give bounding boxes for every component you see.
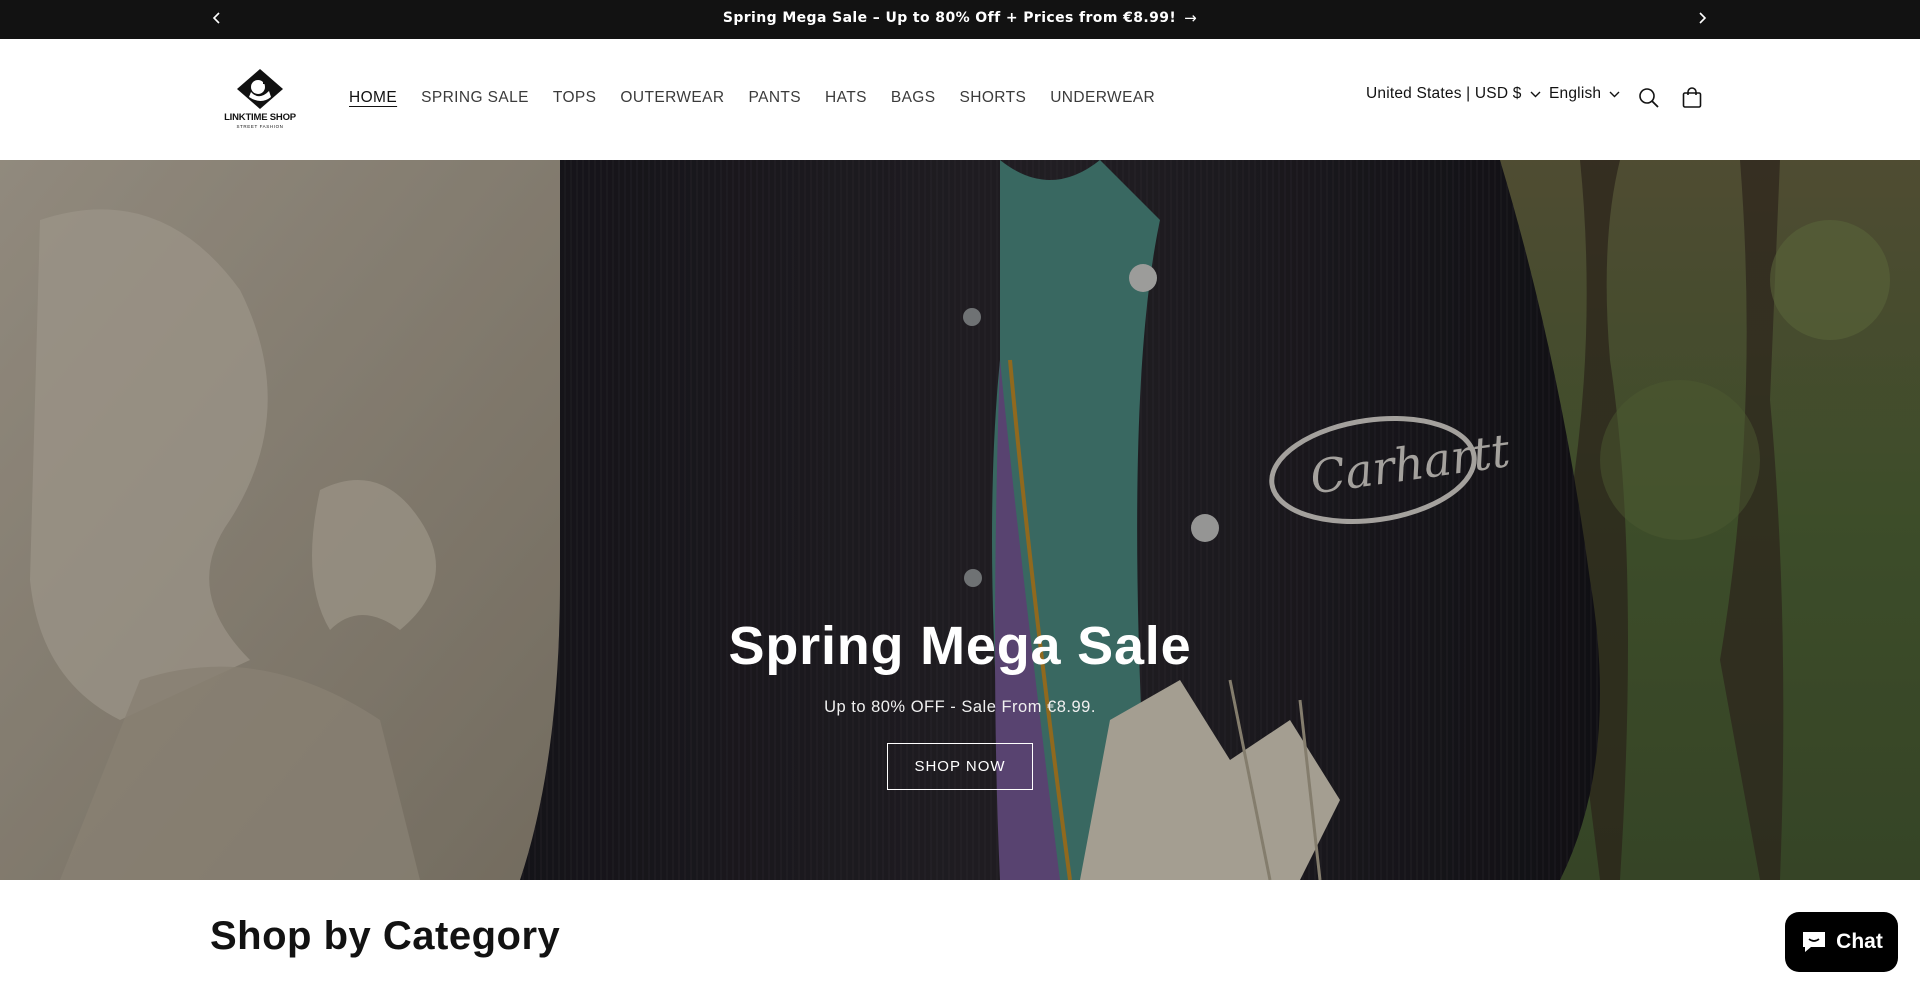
logo-name: LINKTIME SHOP [224, 112, 296, 123]
site-logo[interactable]: LINKTIME SHOP STREET FASHION [215, 67, 305, 131]
country-selector[interactable]: United States | USD $ [1366, 85, 1541, 103]
chevron-right-icon [1699, 12, 1707, 24]
chat-bubble-icon [1803, 932, 1826, 952]
menu-item-spring-sale[interactable]: SPRING SALE [409, 89, 541, 107]
main-menu: HOME SPRING SALE TOPS OUTERWEAR PANTS HA… [337, 85, 1167, 111]
logo-mark-icon [237, 69, 283, 109]
hero-banner: Carhartt Spring Mega Sale Up to 80% OFF … [0, 160, 1920, 880]
menu-item-pants[interactable]: PANTS [737, 89, 814, 107]
hero-title: Spring Mega Sale [728, 616, 1192, 676]
bag-icon [1682, 87, 1702, 108]
menu-item-bags[interactable]: BAGS [879, 89, 948, 107]
menu-item-outerwear[interactable]: OUTERWEAR [608, 89, 736, 107]
language-label: English [1549, 85, 1602, 102]
announcement-bar: Spring Mega Sale – Up to 80% Off + Price… [0, 0, 1920, 39]
menu-item-underwear[interactable]: UNDERWEAR [1038, 89, 1167, 107]
chevron-down-icon [1530, 91, 1541, 97]
country-label: United States | USD $ [1366, 85, 1522, 102]
site-header: LINKTIME SHOP STREET FASHION HOME SPRING… [0, 39, 1920, 160]
menu-item-shorts[interactable]: SHORTS [948, 89, 1039, 107]
announcement-text: Spring Mega Sale – Up to 80% Off + Price… [722, 10, 1177, 26]
arrow-right-icon: → [1184, 9, 1198, 27]
menu-item-home[interactable]: HOME [337, 89, 409, 107]
chat-label: Chat [1836, 930, 1883, 953]
shop-now-button[interactable]: SHOP NOW [887, 743, 1033, 790]
search-icon [1639, 88, 1659, 108]
chevron-down-icon [1609, 91, 1620, 97]
menu-item-hats[interactable]: HATS [813, 89, 879, 107]
chat-button[interactable]: Chat [1785, 912, 1898, 972]
search-button[interactable] [1634, 83, 1664, 113]
hero-subtitle: Up to 80% OFF - Sale From €8.99. [824, 698, 1096, 716]
announcement-next-button[interactable] [1690, 6, 1714, 30]
cart-button[interactable] [1677, 83, 1707, 113]
announcement-message[interactable]: Spring Mega Sale – Up to 80% Off + Price… [0, 0, 1920, 36]
shop-by-category-heading: Shop by Category [210, 914, 561, 958]
menu-item-tops[interactable]: TOPS [541, 89, 609, 107]
language-selector[interactable]: English [1549, 85, 1620, 103]
logo-tagline: STREET FASHION [236, 124, 284, 129]
